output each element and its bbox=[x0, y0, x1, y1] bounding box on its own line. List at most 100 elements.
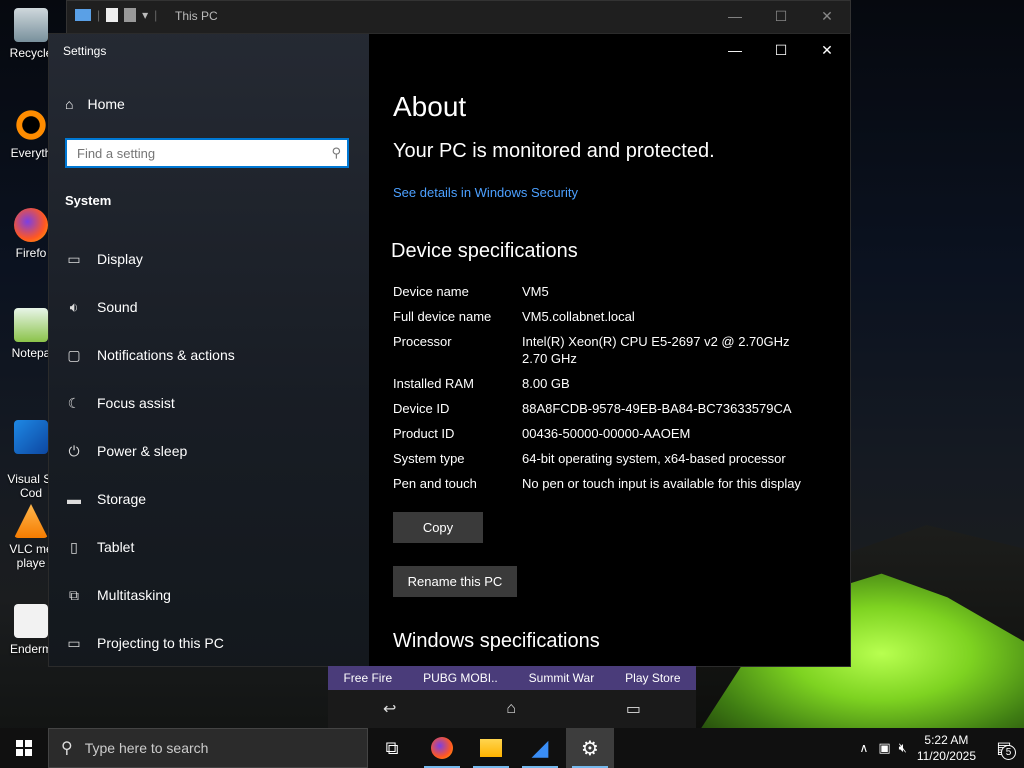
home-icon: ⌂ bbox=[65, 96, 74, 112]
bird-icon: ◢ bbox=[531, 735, 549, 760]
window-controls: — ☐ ✕ bbox=[712, 1, 850, 31]
gear-icon: ⚙ bbox=[581, 737, 599, 760]
phone-navigation-bar: ↩ ⌂ ▭ bbox=[328, 690, 696, 728]
action-center-button[interactable]: ▤ 5 bbox=[984, 728, 1024, 768]
home-button-icon[interactable]: ⌂ bbox=[506, 700, 516, 718]
spec-value: 00436-50000-00000-AAOEM bbox=[522, 426, 691, 441]
settings-nav-pane: Settings ⌂ Home ⚲ System ▭ Display 🔉︎ So… bbox=[49, 34, 369, 666]
search-input[interactable] bbox=[67, 140, 317, 166]
device-specs-table: Device name VM5 Full device name VM5.col… bbox=[393, 283, 843, 500]
nav-item-tablet[interactable]: ▯ Tablet bbox=[65, 538, 134, 556]
task-view-icon: ⧉ bbox=[385, 737, 399, 758]
nav-home-label: Home bbox=[87, 96, 125, 112]
settings-search-box[interactable]: ⚲ bbox=[65, 138, 349, 168]
rename-pc-button[interactable]: Rename this PC bbox=[393, 566, 517, 597]
nav-item-label: Projecting to this PC bbox=[97, 635, 224, 651]
this-pc-window[interactable]: | ▾ | This PC — ☐ ✕ bbox=[66, 0, 851, 36]
spec-key: Product ID bbox=[393, 426, 455, 441]
spec-row: Installed RAM 8.00 GB bbox=[393, 375, 843, 392]
firefox-icon bbox=[14, 208, 48, 242]
spec-row: Device name VM5 bbox=[393, 283, 843, 300]
maximize-button[interactable]: ☐ bbox=[758, 1, 804, 31]
settings-window[interactable]: Settings ⌂ Home ⚲ System ▭ Display 🔉︎ So… bbox=[48, 33, 851, 667]
spec-row: Pen and touch No pen or touch input is a… bbox=[393, 475, 843, 492]
window-title: This PC bbox=[175, 9, 218, 23]
task-view-button[interactable]: ⧉ bbox=[368, 728, 416, 768]
nav-item-focus-assist[interactable]: ☾ Focus assist bbox=[65, 394, 175, 412]
spec-row: Product ID 00436-50000-00000-AAOEM bbox=[393, 425, 843, 442]
nav-item-label: Sound bbox=[97, 299, 138, 315]
computer-icon[interactable] bbox=[75, 9, 91, 21]
maximize-button[interactable]: ☐ bbox=[758, 34, 804, 66]
back-icon[interactable]: ↩ bbox=[383, 699, 396, 719]
spec-row: Full device name VM5.collabnet.local bbox=[393, 308, 843, 325]
clock[interactable]: 5:22 AM 11/20/2025 bbox=[917, 732, 976, 764]
nav-item-storage[interactable]: ▬ Storage bbox=[65, 490, 146, 508]
taskbar-file-explorer[interactable] bbox=[467, 728, 515, 768]
minimize-button[interactable]: — bbox=[712, 34, 758, 66]
phone-app-free-fire[interactable]: Free Fire bbox=[343, 671, 392, 685]
spec-value: VM5.collabnet.local bbox=[522, 309, 635, 324]
quick-access-toolbar: | ▾ | bbox=[75, 8, 157, 22]
taskbar-search[interactable]: ⚲ Type here to search bbox=[48, 728, 368, 768]
spec-key: Device name bbox=[393, 284, 469, 299]
toolbar-separator: | bbox=[97, 8, 101, 22]
storage-icon: ▬ bbox=[67, 491, 81, 507]
start-button[interactable] bbox=[0, 728, 48, 768]
copy-button[interactable]: Copy bbox=[393, 512, 483, 543]
network-icon[interactable]: ▣ bbox=[878, 740, 890, 756]
multitasking-icon: ⧉ bbox=[69, 586, 79, 603]
search-icon[interactable]: ⚲ bbox=[331, 145, 341, 161]
nav-home[interactable]: ⌂ Home bbox=[65, 96, 125, 112]
chevron-up-icon[interactable]: ∧ bbox=[860, 741, 869, 755]
taskbar-firefox[interactable] bbox=[418, 728, 466, 768]
minimize-button[interactable]: — bbox=[712, 1, 758, 31]
page-title: About bbox=[393, 91, 467, 122]
taskbar-search-placeholder: Type here to search bbox=[84, 740, 209, 756]
nav-item-notifications[interactable]: ▢ Notifications & actions bbox=[65, 346, 234, 364]
close-button[interactable]: ✕ bbox=[804, 1, 850, 31]
spec-key: Device ID bbox=[393, 401, 450, 416]
phone-app-bar: Free Fire PUBG MOBI.. Summit War Play St… bbox=[328, 666, 696, 690]
spec-value: 88A8FCDB-9578-49EB-BA84-BC73633579CA bbox=[522, 401, 792, 416]
chevron-down-icon[interactable]: ▾ bbox=[142, 8, 148, 22]
everything-icon bbox=[14, 108, 48, 142]
phone-app-summit-war[interactable]: Summit War bbox=[529, 671, 595, 685]
spec-row: Processor Intel(R) Xeon(R) CPU E5-2697 v… bbox=[393, 333, 843, 367]
vscode-icon bbox=[14, 420, 48, 454]
folder-icon bbox=[480, 739, 502, 757]
nav-item-sound[interactable]: 🔉︎ Sound bbox=[65, 298, 138, 316]
speaker-icon: 🔉︎ bbox=[69, 298, 79, 315]
nav-item-multitasking[interactable]: ⧉ Multitasking bbox=[65, 586, 171, 604]
windows-specifications-heading: Windows specifications bbox=[393, 630, 600, 652]
tablet-icon: ▯ bbox=[70, 538, 78, 555]
about-content: — ☐ ✕ About Your PC is monitored and pro… bbox=[369, 34, 850, 666]
taskbar-app-blue[interactable]: ◢ bbox=[516, 728, 564, 768]
phone-app-pubg[interactable]: PUBG MOBI.. bbox=[423, 671, 498, 685]
new-folder-icon[interactable] bbox=[124, 8, 137, 22]
spec-value: 64-bit operating system, x64-based proce… bbox=[522, 451, 786, 466]
spec-key: Full device name bbox=[393, 309, 492, 324]
spec-value: Intel(R) Xeon(R) CPU E5-2697 v2 @ 2.70GH… bbox=[522, 334, 790, 366]
nav-item-display[interactable]: ▭ Display bbox=[65, 250, 143, 268]
nav-item-projecting[interactable]: ▭ Projecting to this PC bbox=[65, 634, 224, 652]
close-button[interactable]: ✕ bbox=[804, 34, 850, 66]
taskbar-settings[interactable]: ⚙ bbox=[566, 728, 614, 768]
volume-muted-icon[interactable]: 🔇︎ bbox=[899, 740, 907, 756]
recents-icon[interactable]: ▭ bbox=[626, 699, 641, 719]
properties-icon[interactable] bbox=[106, 8, 119, 22]
spec-value: VM5 bbox=[522, 284, 549, 299]
phone-app-play-store[interactable]: Play Store bbox=[625, 671, 680, 685]
nav-item-power-sleep[interactable]: ⏻︎ Power & sleep bbox=[65, 442, 187, 460]
nav-item-label: Focus assist bbox=[97, 395, 175, 411]
notepad-icon bbox=[14, 308, 48, 342]
spec-key: Processor bbox=[393, 334, 452, 349]
document-icon bbox=[14, 604, 48, 638]
device-specifications-heading: Device specifications bbox=[391, 240, 578, 262]
nav-item-label: Power & sleep bbox=[97, 443, 188, 459]
vlc-cone-icon bbox=[14, 504, 48, 538]
windows-security-link[interactable]: See details in Windows Security bbox=[393, 185, 578, 200]
spec-row: Device ID 88A8FCDB-9578-49EB-BA84-BC7363… bbox=[393, 400, 843, 417]
nav-item-label: Tablet bbox=[97, 539, 135, 555]
toolbar-separator-2: | bbox=[154, 8, 158, 22]
